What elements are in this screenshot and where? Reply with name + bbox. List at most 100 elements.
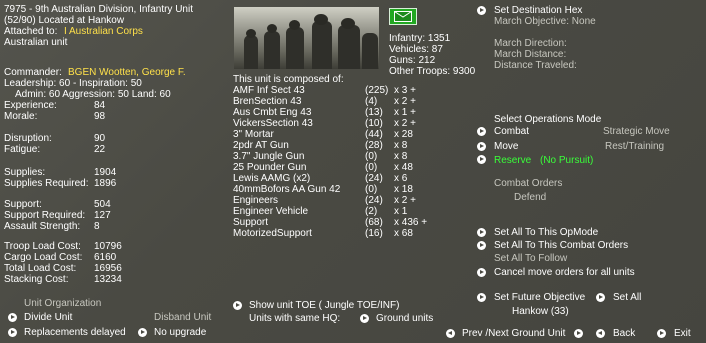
stat-value: 504 (94, 199, 111, 210)
combat-mode-option[interactable]: Combat (494, 126, 529, 137)
device-multiplier: x 1 + (394, 107, 416, 118)
stat-value: 13234 (94, 274, 122, 285)
device-name: MotorizedSupport (233, 228, 312, 239)
prev-unit-icon[interactable] (446, 329, 455, 338)
cancel-move-button[interactable]: Cancel move orders for all units (494, 267, 635, 278)
combat-mode-icon[interactable] (477, 127, 486, 136)
divide-unit-button[interactable]: Divide Unit (24, 312, 72, 323)
composition-title: This unit is composed of: (233, 74, 344, 85)
attached-label: Attached to: (4, 26, 58, 37)
device-multiplier: x 2 + (394, 118, 416, 129)
device-name: Aus Cmbt Eng 43 (233, 107, 312, 118)
stat-label: Stacking Cost: (4, 274, 69, 285)
replacements-toggle[interactable]: Replacements delayed (24, 327, 126, 338)
replacements-icon[interactable] (8, 328, 17, 337)
future-objective-button[interactable]: Set Future Objective (494, 292, 585, 303)
reserve-mode-option[interactable]: Reserve (494, 155, 531, 166)
stat-value: 16956 (94, 263, 122, 274)
device-count: (13) (365, 107, 383, 118)
exit-icon[interactable] (657, 329, 666, 338)
same-hq-label: Units with same HQ: (249, 313, 341, 324)
device-name: Engineer Vehicle (233, 206, 309, 217)
combat-orders-title: Combat Orders (494, 178, 563, 189)
stat-value: 90 (94, 133, 106, 144)
next-unit-icon[interactable] (574, 329, 583, 338)
device-count: (0) (365, 151, 378, 162)
commander-name-link[interactable]: BGEN Wootten, George F. (68, 67, 186, 78)
set-all-objective-button[interactable]: Set All (613, 292, 641, 303)
device-multiplier: x 18 (394, 184, 413, 195)
set-all-objective-icon[interactable] (596, 293, 605, 302)
device-name: Support (233, 217, 269, 228)
divide-unit-icon[interactable] (8, 313, 17, 322)
device-multiplier: x 3 + (394, 85, 416, 96)
back-icon[interactable] (596, 329, 605, 338)
set-all-opmode-icon[interactable] (477, 228, 486, 237)
stat-value: 127 (94, 210, 111, 221)
unit-nationality: Australian unit (4, 37, 68, 48)
device-multiplier: x 68 (394, 228, 413, 239)
future-objective-value: Hankow (33) (512, 306, 569, 317)
ground-units-button[interactable]: Ground units (376, 313, 433, 324)
set-all-combat-button[interactable]: Set All To This Combat Orders (494, 240, 628, 251)
device-name: 25 Pounder Gun (233, 162, 307, 173)
commander-leadership: Leadership: 60 - Inspiration: 50 (4, 78, 142, 89)
vehicles-count: Vehicles: 87 (389, 44, 443, 55)
stat-label: Supplies: (4, 167, 46, 178)
device-count: (2) (365, 206, 378, 217)
set-all-opmode-button[interactable]: Set All To This OpMode (494, 227, 598, 238)
device-name: AMF Inf Sect 43 (233, 85, 305, 96)
stat-label: Total Load Cost: (4, 263, 77, 274)
stat-value: 6160 (94, 252, 117, 263)
cancel-move-icon[interactable] (477, 268, 486, 277)
attached-hq-link[interactable]: I Australian Corps (64, 26, 143, 37)
unit-photo (234, 7, 379, 69)
device-name: Engineers (233, 195, 279, 206)
stat-label: Morale: (4, 111, 38, 122)
unit-detail-screen: 7975 - 9th Australian Division, Infantry… (0, 0, 706, 343)
device-name: Lewis AAMG (x2) (233, 173, 311, 184)
device-multiplier: x 6 (394, 173, 408, 184)
set-all-combat-icon[interactable] (477, 241, 486, 250)
march-direction: March Direction: (494, 38, 567, 49)
upgrade-toggle[interactable]: No upgrade (154, 327, 206, 338)
set-destination-button[interactable]: Set Destination Hex (494, 5, 582, 16)
stat-value: 22 (94, 144, 106, 155)
device-multiplier: x 2 + (394, 195, 416, 206)
move-mode-icon[interactable] (477, 142, 486, 151)
mail-icon[interactable] (389, 8, 417, 25)
move-mode-option[interactable]: Move (494, 141, 518, 152)
stat-label: Support: (4, 199, 42, 210)
show-toe-button[interactable]: Show unit TOE ( Jungle TOE/INF) (249, 300, 399, 311)
device-count: (4) (365, 96, 378, 107)
device-count: (44) (365, 129, 383, 140)
stat-label: Assault Strength: (4, 221, 81, 232)
device-name: 2pdr AT Gun (233, 140, 289, 151)
stat-label: Troop Load Cost: (4, 241, 81, 252)
stat-value: 8 (94, 221, 100, 232)
ground-units-icon[interactable] (360, 314, 369, 323)
reserve-mode-icon[interactable] (477, 155, 486, 164)
distance-traveled: Distance Traveled: (494, 60, 577, 71)
device-multiplier: x 2 + (394, 96, 416, 107)
set-destination-icon[interactable] (477, 6, 486, 15)
device-name: VickersSection 43 (233, 118, 313, 129)
stat-label: Experience: (4, 100, 57, 111)
stat-label: Cargo Load Cost: (4, 252, 83, 263)
stat-value: 98 (94, 111, 106, 122)
back-button[interactable]: Back (613, 328, 635, 339)
upgrade-icon[interactable] (138, 328, 147, 337)
device-multiplier: x 436 + (394, 217, 428, 228)
commander-label: Commander: (4, 67, 62, 78)
device-multiplier: x 28 (394, 129, 413, 140)
march-objective: March Objective: None (494, 16, 596, 27)
device-count: (0) (365, 184, 378, 195)
exit-button[interactable]: Exit (674, 328, 691, 339)
ops-mode-title: Select Operations Mode (494, 114, 602, 125)
stat-label: Support Required: (4, 210, 86, 221)
show-toe-icon[interactable] (233, 301, 242, 310)
guns-count: Guns: 212 (389, 55, 436, 66)
future-objective-icon[interactable] (477, 293, 486, 302)
no-pursuit-label: (No Pursuit) (540, 155, 594, 166)
set-all-follow-button: Set All To Follow (494, 253, 568, 264)
